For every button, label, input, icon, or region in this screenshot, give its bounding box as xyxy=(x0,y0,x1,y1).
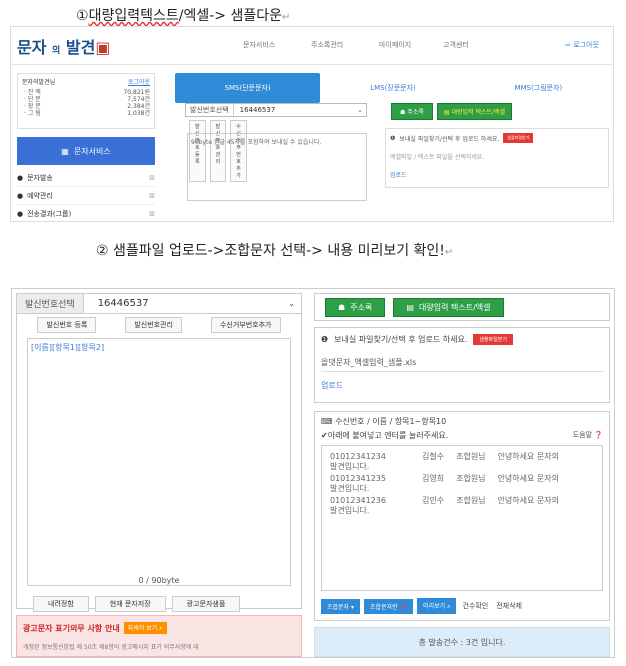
tab-lms[interactable]: LMS(장문문자) xyxy=(320,73,465,103)
menu-item-result[interactable]: ● 전송결과(그룹) ⊠ xyxy=(17,205,155,221)
add-reject-button[interactable]: 수신거부번호추가 xyxy=(210,317,281,333)
screenshot-2: 발신번호선택 16446537 ⌄ 발신번호 등록 발신번호관리 수신거부번호추… xyxy=(11,288,615,658)
box-icon: ⊠ xyxy=(149,209,155,218)
step1-number: ① xyxy=(76,8,89,24)
file-icon: ▤ xyxy=(406,302,414,312)
sender-select[interactable]: 발신번호선택 16446537 ⌄ xyxy=(185,103,367,117)
bulk-input-button[interactable]: ▤ 대량입력 텍스트/엑셀 xyxy=(436,103,513,120)
recipient-hint: ✔아래에 붙여넣고 엔터를 눌러주세요. xyxy=(321,431,449,440)
upload-panel: ☗ 주소록 ▤ 대량입력 텍스트/엑셀 ❶ 보내실 파일찾기/선택 후 업로드 하… xyxy=(385,103,609,188)
tab-mms[interactable]: MMS(그림문자) xyxy=(466,73,611,103)
ad-notice-title: 광고문자 표기의무 사항 안내 xyxy=(23,623,120,633)
logout-link[interactable]: ⇨ 로그아웃 xyxy=(565,40,599,50)
upload-panel: ☗ 주소록 ▤ 대량입력 텍스트/엑셀 ❶ 보내실 파일찾기/선택 후 업로드 하… xyxy=(314,293,610,657)
message-type-tabs: SMS(단문문자) LMS(장문문자) MMS(그림문자) xyxy=(175,73,611,103)
chevron-down-icon: ▾ xyxy=(351,603,355,611)
address-book-button[interactable]: ☗ 주소록 xyxy=(325,297,386,317)
register-sender-button[interactable]: 발신번호 등록 xyxy=(37,317,97,333)
step1-underlined-text: 대량입력텍스트 xyxy=(88,8,179,24)
bulk-input-button[interactable]: ▤ 대량입력 텍스트/엑셀 xyxy=(393,297,504,317)
info-icon: ❶ xyxy=(390,134,396,142)
compose-panel: 발신번호선택 16446537 ⌄ 발신번호 등록 발신번호관리 수신거부번호추… xyxy=(16,293,302,612)
list-item: 01012341234 김철수 조합원님 안녕하세요 문자의 xyxy=(330,452,559,461)
box-icon: ⊠ xyxy=(149,173,155,182)
upload-box: ❶ 보내실 파일찾기/선택 후 업로드 하세요. 샘플파일받기 엑셀파일 / 텍스트… xyxy=(385,128,609,188)
nav-customer-center[interactable]: 고객센터 xyxy=(443,40,469,50)
nav-sms-service[interactable]: 문자서비스 xyxy=(243,40,275,50)
box-icon: ⊠ xyxy=(149,191,155,200)
step2-caption: ② 샘플파일 업로드->조합문자 선택-> 내용 미리보기 확인!↵ xyxy=(96,243,454,259)
address-book-button[interactable]: ☗ 주소록 xyxy=(391,103,433,120)
user-info-box: 문자의발견님 로그아웃 · 잔 액 70,821원 · 단 문 7,574건 · 장 … xyxy=(17,73,155,129)
total-count: 총 발송건수 : 3건 입니다. xyxy=(314,627,610,657)
manage-sender-button[interactable]: 발신번호관리 xyxy=(125,317,182,333)
logout-icon: ⇨ xyxy=(565,41,571,49)
selected-file-name[interactable]: 을댓문자_엑셀입력_샘플.xls xyxy=(321,357,603,368)
message-textarea[interactable]: [이름][항목1][항목2] xyxy=(27,338,291,586)
user-logout-link[interactable]: 로그아웃 xyxy=(128,77,150,86)
side-menu: ● 문자발송 ⊠ ● 예약관리 ⊠ ● 전송결과(그룹) ⊠ xyxy=(17,169,155,221)
sample-download-button[interactable]: 샘플파일받기 xyxy=(503,133,534,143)
step1-text: /엑셀-> 샘플다운 xyxy=(178,8,282,24)
byte-counter: 0 / 90byte xyxy=(138,576,180,585)
clear-button[interactable]: 내려정함 xyxy=(33,596,89,612)
nav-my-page[interactable]: 마이페이지 xyxy=(379,40,411,50)
details-button[interactable]: 자세히 보기 ⌕ xyxy=(123,622,167,634)
site-logo[interactable]: 문자 의 발견▣ xyxy=(17,34,110,58)
left-column: 문자의발견님 로그아웃 · 잔 액 70,821원 · 단 문 7,574건 · 장 … xyxy=(11,73,159,221)
users-icon: ☗ xyxy=(400,109,406,116)
combo-guide-button[interactable]: 조합문자란 ❓ xyxy=(364,598,414,614)
right-column: SMS(단문문자) LMS(장문문자) MMS(그림문자) xyxy=(175,73,611,103)
file-hint[interactable]: 엑셀파일 / 텍스트 파일을 선택하세요. xyxy=(390,152,604,161)
ad-sample-button[interactable]: 광고문자샘플 xyxy=(171,596,241,612)
recipient-title: 수신번호 / 이름 / 항목1~항목10 xyxy=(335,417,447,426)
user-name: 문자의발견님 xyxy=(22,79,56,86)
return-mark: ↵ xyxy=(281,12,291,23)
list-item: 01012341236 김민수 조합원님 안녕하세요 문자의 xyxy=(330,496,559,505)
delete-all-button[interactable]: 전체삭제 xyxy=(494,601,524,611)
file-icon: ▤ xyxy=(443,109,450,116)
ad-notice-desc: 개정된 정보통신망법 제 50조 제8항이 광고메시지 표기 의무사항에 대 xyxy=(23,644,199,651)
upload-link[interactable]: 업로드 xyxy=(321,380,603,391)
keyboard-icon: ⌨ xyxy=(321,417,333,426)
search-icon: ⌕ xyxy=(159,625,163,632)
search-icon: ⌕ xyxy=(447,603,451,610)
step1-caption: ①대량입력텍스트/엑셀-> 샘플다운↵ xyxy=(76,5,290,25)
top-buttons: ☗ 주소록 ▤ 대량입력 텍스트/엑셀 xyxy=(314,293,610,321)
upload-link[interactable]: 업로드 xyxy=(390,170,604,179)
preview-button[interactable]: 미리보기 ⌕ xyxy=(417,598,457,614)
combo-message-select[interactable]: 조합문자 ▾ xyxy=(321,598,361,614)
tab-sms[interactable]: SMS(단문문자) xyxy=(175,73,321,103)
compose-buttons: 내려정함 현재 문자저장 광고문자샘플 xyxy=(33,596,241,612)
count-check-button[interactable]: 건수확인 xyxy=(460,601,490,611)
users-icon: ☗ xyxy=(338,302,346,312)
list-item: 01012341235 김영희 조합원님 안녕하세요 문자의 xyxy=(330,474,559,483)
recipient-list[interactable]: 01012341234 김철수 조합원님 안녕하세요 문자의 발견입니다. 01012… xyxy=(321,445,603,591)
service-title: ▦ 문자서비스 xyxy=(17,137,155,165)
help-icon: ❓ xyxy=(399,603,408,611)
info-icon: ❶ xyxy=(321,335,329,344)
menu-item-reserve[interactable]: ● 예약관리 ⊠ xyxy=(17,187,155,205)
recipient-actions: 조합문자 ▾ 조합문자란 ❓ 미리보기 ⌕ 건수확인 전체삭제 xyxy=(321,598,524,614)
message-textarea[interactable]: 90byte 한글 45자를 포함하여 보내실 수 있습니다. xyxy=(187,133,367,201)
recipient-box: ⌨ 수신번호 / 이름 / 항목1~항목10 ✔아래에 붙여넣고 엔터를 눌러주… xyxy=(314,411,610,621)
sender-buttons: 발신번호 등록 발신번호관리 수신거부번호추가 xyxy=(17,317,301,333)
top-bar: 문자 의 발견▣ 문자서비스 주소록관리 마이페이지 고객센터 ⇨ 로그아웃 xyxy=(11,27,613,65)
grid-icon: ▦ xyxy=(61,146,69,156)
chevron-down-icon: ⌄ xyxy=(357,106,363,114)
save-message-button[interactable]: 현재 문자저장 xyxy=(94,596,166,612)
ad-notice-box: 광고문자 표기의무 사항 안내 자세히 보기 ⌕ 개정된 정보통신망법 제 50조… xyxy=(16,615,302,657)
chevron-down-icon: ⌄ xyxy=(288,299,295,308)
menu-item-send[interactable]: ● 문자발송 ⊠ xyxy=(17,169,155,187)
screenshot-1: 문자 의 발견▣ 문자서비스 주소록관리 마이페이지 고객센터 ⇨ 로그아웃 문… xyxy=(10,26,614,222)
upload-box: ❶ 보내실 파일찾기/선택 후 업로드 하세요. 샘플파일받기 을댓문자_엑셀입력_… xyxy=(314,327,610,403)
sample-download-button[interactable]: 샘플파일받기 xyxy=(473,334,513,345)
sender-select[interactable]: 발신번호선택 16446537 ⌄ xyxy=(17,294,301,314)
help-icon: ❓ xyxy=(594,431,603,439)
nav-address-book[interactable]: 주소록관리 xyxy=(311,40,343,50)
help-link[interactable]: 도움말 ❓ xyxy=(573,430,603,441)
